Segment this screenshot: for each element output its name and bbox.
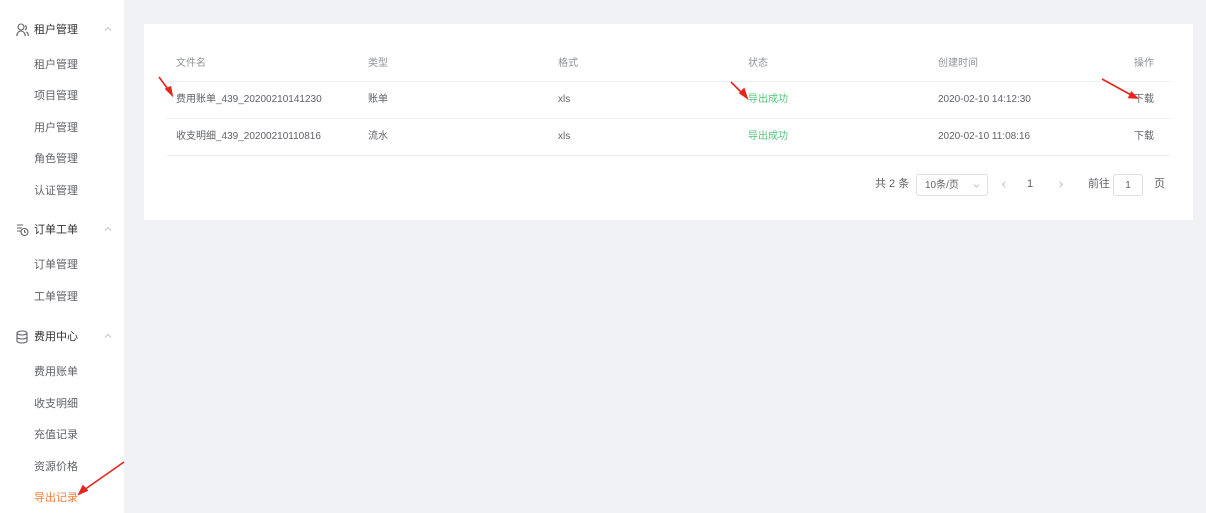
user-group-icon <box>16 23 29 37</box>
pagination: 共 2 条 10条/页 1 前往 页 <box>144 172 1193 198</box>
cell-format: xls <box>558 94 571 105</box>
menu-group-billing[interactable]: 费用中心 <box>0 323 124 351</box>
database-icon <box>16 330 28 344</box>
table-header: 文件名 类型 格式 状态 创建时间 操作 <box>167 46 1171 82</box>
sidebar-item-order-management[interactable]: 订单管理 <box>0 254 124 278</box>
page-unit-label: 页 <box>1154 178 1165 190</box>
pagination-total: 共 2 条 <box>875 178 910 190</box>
menu-group-label: 费用中心 <box>34 331 78 343</box>
cell-type: 流水 <box>368 131 388 142</box>
cell-filename: 费用账单_439_20200210141230 <box>176 94 322 105</box>
next-page-icon[interactable] <box>1056 178 1066 191</box>
sidebar-item-export-records[interactable]: 导出记录 <box>0 487 124 511</box>
column-header-action: 操作 <box>1134 58 1154 69</box>
sidebar-item-ticket-management[interactable]: 工单管理 <box>0 286 124 310</box>
cell-status: 导出成功 <box>748 94 788 105</box>
column-header-created: 创建时间 <box>938 58 978 69</box>
download-link[interactable]: 下载 <box>1134 82 1154 118</box>
menu-group-label: 订单工单 <box>34 224 78 236</box>
column-header-filename: 文件名 <box>176 58 206 69</box>
order-icon <box>17 224 29 237</box>
sidebar-item-auth-management[interactable]: 认证管理 <box>0 180 124 204</box>
chevron-up-icon <box>104 333 112 338</box>
goto-page-input[interactable] <box>1113 174 1143 196</box>
goto-label: 前往 <box>1088 178 1110 190</box>
cell-created: 2020-02-10 14:12:30 <box>938 94 1031 105</box>
table-row: 费用账单_439_20200210141230 账单 xls 导出成功 2020… <box>167 82 1171 118</box>
divider <box>167 155 1171 156</box>
cell-type: 账单 <box>368 94 388 105</box>
menu-group-tenant[interactable]: 租户管理 <box>0 16 124 44</box>
sidebar-item-resource-prices[interactable]: 资源价格 <box>0 456 124 480</box>
cell-filename: 收支明细_439_20200210110816 <box>176 131 321 142</box>
column-header-type: 类型 <box>368 58 388 69</box>
sidebar-item-billing-statement[interactable]: 费用账单 <box>0 361 124 385</box>
sidebar-item-user-management[interactable]: 用户管理 <box>0 117 124 141</box>
menu-group-label: 租户管理 <box>34 24 78 36</box>
download-link[interactable]: 下载 <box>1134 119 1154 155</box>
sidebar-item-project-management[interactable]: 项目管理 <box>0 85 124 109</box>
sidebar-item-income-expense[interactable]: 收支明细 <box>0 393 124 417</box>
chevron-up-icon <box>104 226 112 231</box>
sidebar-item-recharge-records[interactable]: 充值记录 <box>0 424 124 448</box>
page-size-select[interactable]: 10条/页 <box>916 174 988 196</box>
page-number-current[interactable]: 1 <box>1027 177 1033 191</box>
table-row: 收支明细_439_20200210110816 流水 xls 导出成功 2020… <box>167 119 1171 155</box>
cell-format: xls <box>558 131 571 142</box>
page-size-value: 10条/页 <box>925 180 959 191</box>
sidebar-item-tenant-management[interactable]: 租户管理 <box>0 54 124 78</box>
menu-group-orders[interactable]: 订单工单 <box>0 216 124 244</box>
chevron-down-icon <box>973 184 980 188</box>
chevron-up-icon <box>104 26 112 31</box>
sidebar: 租户管理 租户管理 项目管理 用户管理 角色管理 认证管理 订单工单 订单管理 … <box>0 0 124 513</box>
prev-page-icon[interactable] <box>999 178 1009 191</box>
cell-status: 导出成功 <box>748 131 788 142</box>
export-records-panel: 文件名 类型 格式 状态 创建时间 操作 费用账单_439_2020021014… <box>144 24 1193 220</box>
column-header-status: 状态 <box>748 58 768 69</box>
sidebar-item-role-management[interactable]: 角色管理 <box>0 148 124 172</box>
cell-created: 2020-02-10 11:08:16 <box>938 131 1031 142</box>
column-header-format: 格式 <box>558 58 578 69</box>
